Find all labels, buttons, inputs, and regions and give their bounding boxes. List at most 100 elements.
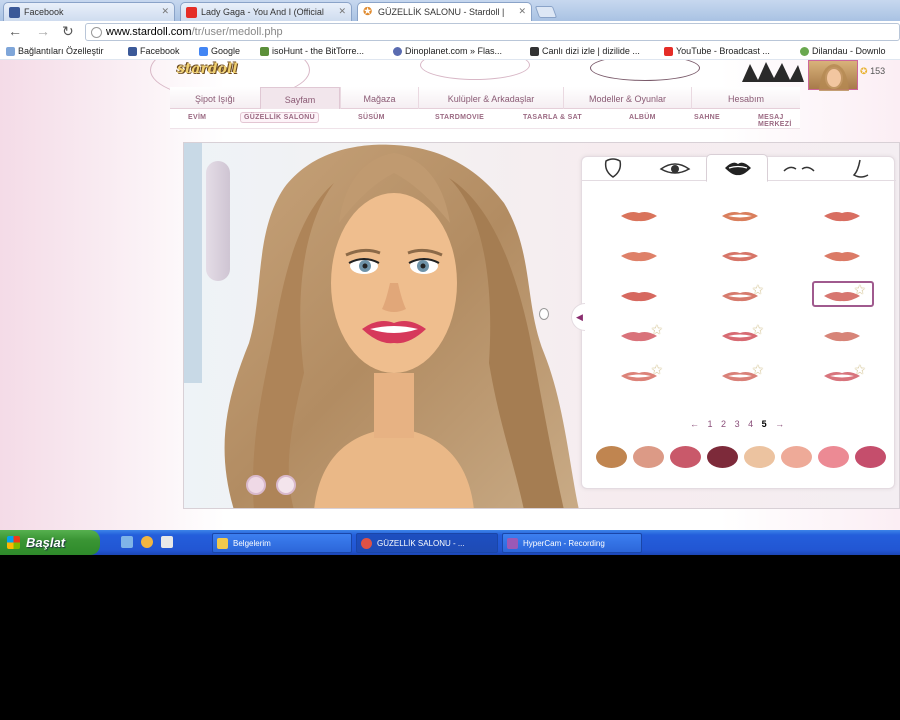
back-arrow-icon[interactable]: ← (8, 24, 22, 38)
pagination: ← 1 2 3 4 5 → (690, 419, 787, 429)
lip-option[interactable]: ★ (718, 363, 764, 388)
nav-tab-clubs-friends[interactable]: Kulüpler & Arkadaşlar (418, 87, 563, 109)
color-swatch[interactable] (781, 446, 812, 468)
pager-prev-arrow-icon[interactable]: ← (690, 419, 702, 429)
color-swatch[interactable] (744, 446, 775, 468)
bookmark-item[interactable]: isoHunt - the BitTorre... (260, 46, 364, 56)
page-link[interactable]: 2 (721, 419, 729, 429)
nav-tab-spotlight[interactable]: Şipot Işığı (170, 87, 260, 109)
lip-option[interactable]: ★ (718, 323, 764, 348)
color-swatch[interactable] (855, 446, 886, 468)
lip-option[interactable] (820, 249, 864, 268)
facebook-icon (128, 47, 137, 56)
subnav-home[interactable]: EVİM (188, 114, 206, 121)
windows-taskbar: Başlat Belgelerim GÜZELLİK SALONU - ... … (0, 530, 900, 555)
lip-option[interactable]: ★ (617, 363, 663, 388)
page-link[interactable]: 3 (735, 419, 743, 429)
tab-label: GÜZELLİK SALONU - Stardoll | (378, 7, 505, 17)
pager-next-arrow-icon[interactable]: → (775, 419, 787, 429)
desktop-quicklaunch-icon[interactable] (121, 536, 133, 548)
decorative-graphic (742, 62, 804, 82)
browser-quicklaunch-icon[interactable] (141, 536, 153, 548)
facebook-icon (9, 7, 20, 18)
color-swatch[interactable] (818, 446, 849, 468)
bookmark-item[interactable]: Bağlantıları Özelleştir (6, 46, 104, 56)
subnav-beauty-parlor[interactable]: GÜZELLİK SALONU (240, 112, 319, 123)
lips-icon (621, 252, 657, 262)
browser-tab-youtube[interactable]: Lady Gaga - You And I (Official ✕ (180, 2, 352, 21)
premium-star-icon: ★ (752, 362, 764, 377)
bookmark-item[interactable]: Canlı dizi izle | dizilide ... (530, 46, 640, 56)
media-quicklaunch-icon[interactable] (161, 536, 173, 548)
lip-option[interactable] (820, 329, 864, 348)
lip-option[interactable]: ★ (812, 281, 874, 308)
stage-left-button[interactable] (246, 475, 266, 495)
mouse-cursor (539, 308, 549, 320)
url-input[interactable]: www.stardoll.com/tr/user/medoll.php (85, 23, 900, 41)
nav-tab-models-games[interactable]: Modeller & Oyunlar (563, 87, 691, 109)
subnav-suite[interactable]: SÜSÜM (358, 114, 385, 121)
stardoll-logo[interactable]: stardoll (177, 61, 238, 77)
page-link[interactable]: 4 (748, 419, 756, 429)
page-link-current[interactable]: 5 (762, 419, 770, 429)
stardoll-page: stardoll ✪ 1 5 3 Şipot Işığı Sayfam Mağaza… (0, 60, 900, 530)
bookmark-item[interactable]: Dilandau - Downlo (800, 46, 886, 56)
forward-arrow-icon[interactable]: → (36, 24, 50, 38)
lip-option[interactable] (617, 209, 661, 228)
star-icon: ✪ (860, 66, 868, 76)
browser-tab-facebook[interactable]: Facebook ✕ (3, 2, 175, 21)
subnav-album[interactable]: ALBÜM (629, 114, 656, 121)
taskbar-item-browser[interactable]: GÜZELLİK SALONU - ... (356, 533, 498, 553)
tab-eyebrows[interactable] (768, 157, 830, 181)
color-swatch[interactable] (633, 446, 664, 468)
lip-option[interactable] (718, 209, 762, 228)
bookmark-label: Facebook (140, 46, 180, 56)
lip-option[interactable]: ★ (820, 363, 866, 388)
color-swatch[interactable] (707, 446, 738, 468)
lip-option[interactable]: ★ (617, 323, 663, 348)
tab-face-shape[interactable] (582, 157, 644, 181)
bookmark-item[interactable]: YouTube - Broadcast ... (664, 46, 770, 56)
lip-option[interactable] (617, 289, 661, 308)
new-tab-button[interactable] (534, 6, 558, 18)
color-swatch[interactable] (670, 446, 701, 468)
bookmark-item[interactable]: Google (199, 46, 240, 56)
youtube-icon (664, 47, 673, 56)
doll-preview (224, 144, 579, 508)
taskbar-item-label: Belgelerim (233, 539, 271, 548)
subnav-design-sell[interactable]: TASARLA & SAT (523, 114, 582, 121)
subnav-stage[interactable]: SAHNE (694, 114, 720, 121)
lip-option[interactable]: ★ (718, 283, 764, 308)
close-icon[interactable]: ✕ (338, 6, 346, 17)
tab-eyes[interactable] (644, 157, 706, 181)
lips-icon (621, 292, 657, 302)
taskbar-item-documents[interactable]: Belgelerim (212, 533, 352, 553)
bookmark-item[interactable]: Facebook (128, 46, 180, 56)
lip-option[interactable] (820, 209, 864, 228)
close-icon[interactable]: ✕ (518, 6, 526, 17)
tab-lips[interactable] (706, 154, 768, 182)
tab-nose[interactable] (830, 157, 892, 181)
bookmark-label: Dinoplanet.com » Flas... (405, 46, 503, 56)
lips-icon (722, 212, 758, 222)
nav-tab-account[interactable]: Hesabım (691, 87, 800, 109)
stage-right-button[interactable] (276, 475, 296, 495)
browser-tab-stardoll[interactable]: ✪ GÜZELLİK SALONU - Stardoll | ✕ (357, 2, 532, 21)
taskbar-item-hypercam[interactable]: HyperCam - Recording (502, 533, 642, 553)
bookmark-label: Bağlantıları Özelleştir (18, 46, 104, 56)
lip-option[interactable] (617, 249, 661, 268)
globe-icon (91, 27, 102, 38)
lip-option[interactable] (718, 249, 762, 268)
nav-tab-shop[interactable]: Mağaza (340, 87, 418, 109)
profile-avatar[interactable] (808, 60, 858, 91)
start-button[interactable]: Başlat (0, 530, 100, 555)
page-link[interactable]: 1 (708, 419, 716, 429)
reload-icon[interactable]: ↻ (62, 24, 74, 38)
close-icon[interactable]: ✕ (161, 6, 169, 17)
nav-tab-my-page[interactable]: Sayfam (260, 87, 340, 109)
browser-tab-strip: Facebook ✕ Lady Gaga - You And I (Offici… (0, 0, 900, 21)
subnav-message-center[interactable]: MESAJ MERKEZİ (758, 114, 800, 128)
subnav-starmovie[interactable]: STARDMOVIE (435, 114, 484, 121)
bookmark-item[interactable]: Dinoplanet.com » Flas... (393, 46, 502, 56)
color-swatch[interactable] (596, 446, 627, 468)
